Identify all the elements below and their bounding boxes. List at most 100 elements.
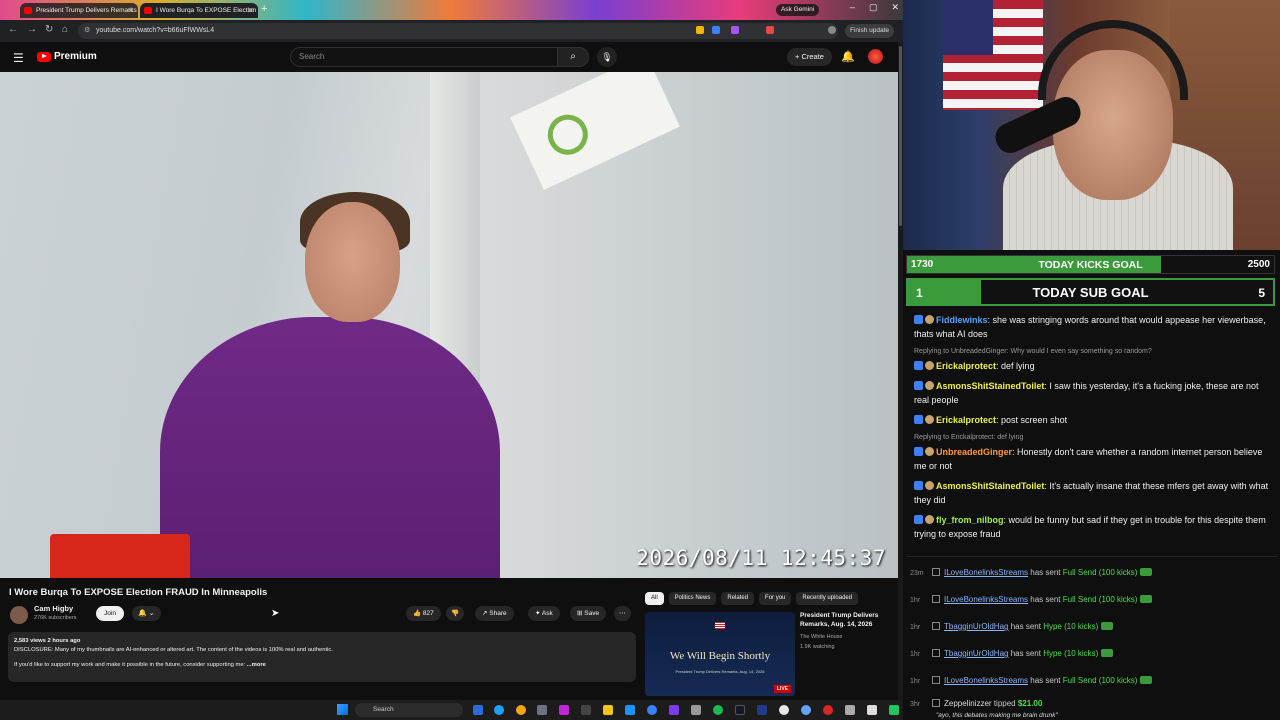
join-button[interactable]: Join <box>96 606 124 621</box>
minimize-icon[interactable]: – <box>850 2 855 13</box>
app-icon[interactable] <box>537 705 547 715</box>
recommended-video-channel[interactable]: The White House <box>800 634 843 640</box>
event-user[interactable]: ILoveBonelinksStreams <box>944 595 1028 604</box>
tip-event: 3hr Zeppelinizzer tipped $21.00 "ayo, thi… <box>910 698 1270 720</box>
url-field[interactable]: ⚙ youtube.com/watch?v=b66uFfWWsL4 <box>78 23 838 39</box>
like-button[interactable]: 👍 827 <box>406 606 441 621</box>
create-button[interactable]: + Create <box>787 48 832 66</box>
app-icon[interactable] <box>779 705 789 715</box>
extension-icon[interactable] <box>696 26 704 34</box>
scrollbar-thumb[interactable] <box>899 46 902 226</box>
app-icon[interactable] <box>669 705 679 715</box>
subscriber-badge-icon <box>914 481 923 490</box>
app-icon[interactable] <box>867 705 877 715</box>
kick-event: 1hr ILoveBonelinksStreams has sent Full S… <box>910 594 1270 607</box>
tab-burqa-video[interactable]: I Wore Burqa To EXPOSE Election ✕ <box>140 3 258 18</box>
voice-search-icon[interactable]: 🎙 <box>597 47 617 67</box>
forward-icon[interactable]: → <box>27 24 37 35</box>
chat-username[interactable]: Erickalprotect <box>936 361 996 371</box>
taskbar-search[interactable]: Search <box>355 703 463 717</box>
extension-icon[interactable] <box>712 26 720 34</box>
event-user[interactable]: ILoveBonelinksStreams <box>944 568 1028 577</box>
taskview-icon[interactable] <box>473 705 483 715</box>
channel-avatar[interactable] <box>10 606 28 624</box>
kick-event: 1hr TbagginUrOldHag has sent Hype (10 kic… <box>910 648 1270 661</box>
chat-username[interactable]: Fiddlewinks <box>936 315 988 325</box>
description-box[interactable]: 2,583 views 2 hours ago DISCLOSURE: Many… <box>8 632 636 682</box>
emote-badge-icon <box>925 381 934 390</box>
finish-update-button[interactable]: Finish update <box>845 24 895 38</box>
close-tab-icon[interactable]: ✕ <box>247 3 254 18</box>
video-player[interactable]: 2026/08/11 12:45:37 <box>0 72 898 578</box>
extension-icon[interactable] <box>766 26 774 34</box>
share-button[interactable]: ↗ Share <box>475 606 514 621</box>
notifications-icon[interactable]: 🔔 <box>841 50 855 63</box>
account-avatar[interactable] <box>868 49 883 64</box>
event-user[interactable]: Zeppelinizzer <box>944 699 992 708</box>
chat-username[interactable]: Erickalprotect <box>936 415 996 425</box>
close-window-icon[interactable]: ✕ <box>891 2 899 13</box>
browser-window: President Trump Delivers Remarks ✕ I Wor… <box>0 0 903 720</box>
folder-icon[interactable] <box>603 705 613 715</box>
app-icon[interactable] <box>823 705 833 715</box>
more-actions-button[interactable]: ⋯ <box>614 606 631 621</box>
chat-username[interactable]: UnbreadedGinger <box>936 447 1012 457</box>
app-icon[interactable] <box>559 705 569 715</box>
event-user[interactable]: ILoveBonelinksStreams <box>944 676 1028 685</box>
event-user[interactable]: TbagginUrOldHag <box>944 649 1008 658</box>
app-icon[interactable] <box>625 705 635 715</box>
more-link[interactable]: ...more <box>247 662 266 668</box>
app-icon[interactable] <box>801 705 811 715</box>
chat-username[interactable]: AsmonsShitStainedToilet <box>936 481 1044 491</box>
chip-related[interactable]: Related <box>721 592 755 605</box>
site-info-icon[interactable]: ⚙ <box>84 23 90 39</box>
edge-icon[interactable] <box>494 705 504 715</box>
chip-all[interactable]: All <box>645 592 664 605</box>
kick-gift-icon <box>1140 568 1153 576</box>
sub-goal-label: TODAY SUB GOAL <box>1032 285 1149 300</box>
profile-icon[interactable] <box>828 26 836 34</box>
event-user[interactable]: TbagginUrOldHag <box>944 622 1008 631</box>
chip-recently-uploaded[interactable]: Recently uploaded <box>796 592 859 605</box>
channel-name[interactable]: Cam Higby <box>34 604 73 613</box>
chip-for-you[interactable]: For you <box>759 592 792 605</box>
menu-icon[interactable]: ☰ <box>13 51 24 65</box>
app-icon[interactable] <box>757 705 767 715</box>
home-icon[interactable]: ⌂ <box>62 24 68 35</box>
start-icon[interactable] <box>337 704 348 715</box>
event-action: has sent <box>1010 649 1041 658</box>
app-icon[interactable] <box>845 705 855 715</box>
new-tab-icon[interactable]: + <box>261 3 267 15</box>
app-icon[interactable] <box>691 705 701 715</box>
chrome-icon[interactable] <box>516 705 526 715</box>
back-icon[interactable]: ← <box>8 24 18 35</box>
dislike-button[interactable]: 👎 <box>446 606 465 621</box>
search-button[interactable]: ⌕ <box>557 47 589 67</box>
reload-icon[interactable]: ↻ <box>45 24 53 35</box>
maximize-icon[interactable]: ▢ <box>869 2 878 13</box>
live-badge: LIVE <box>773 685 791 693</box>
ask-button[interactable]: ✦ Ask <box>528 606 560 621</box>
close-tab-icon[interactable]: ✕ <box>127 3 134 18</box>
recommended-video-thumbnail[interactable]: We Will Begin Shortly President Trump De… <box>645 612 795 696</box>
app-icon[interactable] <box>647 705 657 715</box>
youtube-logo[interactable]: Premium <box>37 51 97 62</box>
extension-icon[interactable] <box>731 26 739 34</box>
kick-icon <box>932 676 940 684</box>
recommended-video-title[interactable]: President Trump Delivers Remarks, Aug. 1… <box>800 612 895 629</box>
app-icon[interactable] <box>889 705 899 715</box>
chat-username[interactable]: fly_from_nilbog <box>936 515 1004 525</box>
window-controls: – ▢ ✕ <box>850 2 899 13</box>
tab-trump-remarks[interactable]: President Trump Delivers Remarks ✕ <box>20 3 138 18</box>
ask-gemini-button[interactable]: Ask Gemini <box>776 4 820 16</box>
kick-icon <box>932 699 940 707</box>
app-icon[interactable] <box>581 705 591 715</box>
search-input[interactable]: Search <box>290 47 558 67</box>
save-button[interactable]: ⊞ Save <box>570 606 607 621</box>
app-icon[interactable] <box>735 705 745 715</box>
subscription-bell-button[interactable]: 🔔 ⌄ <box>132 606 161 621</box>
bookmark-icon: ⊞ <box>577 610 583 617</box>
chat-username[interactable]: AsmonsShitStainedToilet <box>936 381 1044 391</box>
spotify-icon[interactable] <box>713 705 723 715</box>
chip-politics-news[interactable]: Politics News <box>668 592 717 605</box>
